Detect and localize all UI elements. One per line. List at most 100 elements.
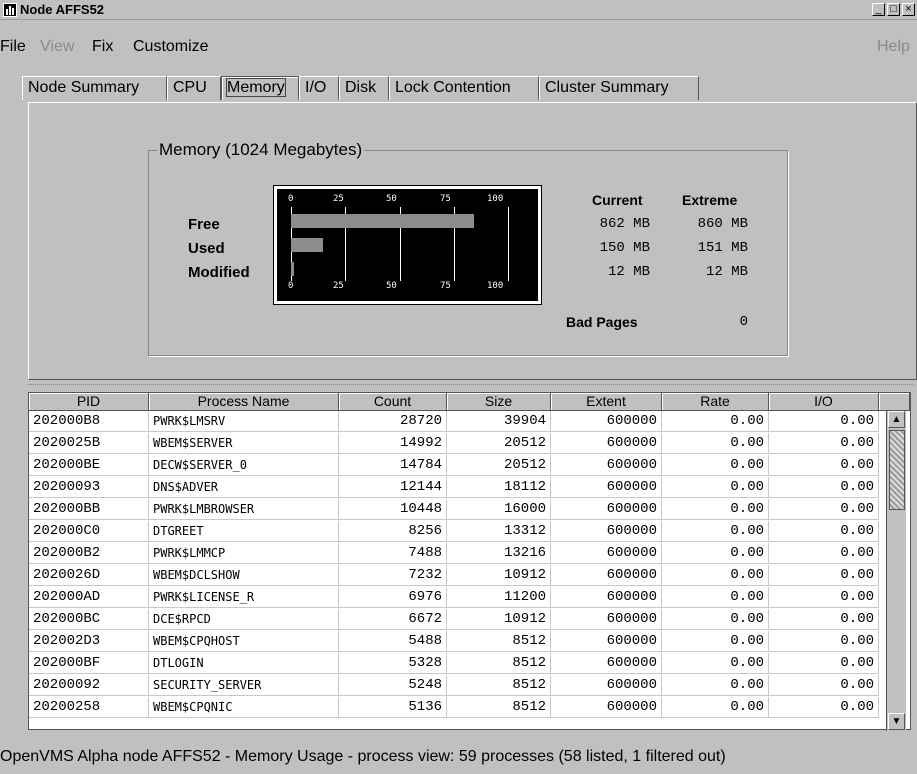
cell-size: 11200 [447, 587, 551, 608]
cell-pid: 2020026D [29, 565, 149, 586]
cell-io: 0.00 [769, 455, 879, 476]
cell-size: 20512 [447, 455, 551, 476]
tab-node-summary[interactable]: Node Summary [22, 76, 167, 100]
scroll-thumb[interactable] [889, 430, 905, 510]
cell-extent: 600000 [551, 499, 662, 520]
col-header-size[interactable]: Size [447, 393, 551, 411]
cell-rate: 0.00 [662, 499, 769, 520]
modified-extreme: 12 MB [705, 264, 748, 280]
cell-io: 0.00 [769, 653, 879, 674]
cell-rate: 0.00 [662, 433, 769, 454]
tab-cpu[interactable]: CPU [167, 76, 221, 100]
col-header-rate[interactable]: Rate [662, 393, 769, 411]
scale-bottom-100: 100 [487, 281, 504, 291]
table-row[interactable]: 202000AD PWRK$LICENSE_R 6976 11200 600000 0.0… [29, 587, 879, 608]
cell-process-name: PWRK$LMBROWSER [149, 499, 339, 520]
cell-count: 28720 [339, 411, 447, 432]
tab-disk[interactable]: Disk [339, 76, 389, 100]
cell-pid: 2020025B [29, 433, 149, 454]
cell-pid: 202002D3 [29, 631, 149, 652]
col-header-io[interactable]: I/O [769, 393, 879, 411]
cell-io: 0.00 [769, 433, 879, 454]
table-scrollbar[interactable]: ▲ ▼ [886, 411, 906, 731]
scale-top-100: 100 [487, 194, 504, 204]
table-row[interactable]: 202000B8 PWRK$LMSRV 28720 39904 600000 0.00 0.… [29, 411, 879, 432]
cell-extent: 600000 [551, 411, 662, 432]
cell-process-name: PWRK$LMMCP [149, 543, 339, 564]
table-row[interactable]: 202000BB PWRK$LMBROWSER 10448 16000 600000 0.… [29, 499, 879, 520]
free-bar [291, 214, 474, 228]
cell-extent: 600000 [551, 565, 662, 586]
cell-process-name: DCE$RPCD [149, 609, 339, 630]
tab-io[interactable]: I/O [299, 76, 339, 100]
free-extreme: 860 MB [697, 216, 748, 232]
cell-count: 5248 [339, 675, 447, 696]
table-row[interactable]: 202000BF DTLOGIN 5328 8512 600000 0.00 0.00 [29, 653, 879, 674]
menu-fix[interactable]: Fix [92, 38, 113, 56]
menu-customize[interactable]: Customize [133, 38, 209, 56]
menu-help[interactable]: Help [877, 38, 910, 56]
table-row[interactable]: 202000BE DECW$SERVER_0 14784 20512 600000 0.0… [29, 455, 879, 476]
tab-cluster-summary[interactable]: Cluster Summary [539, 76, 699, 100]
cell-size: 13216 [447, 543, 551, 564]
memory-group-title: Memory (1024 Megabytes) [157, 140, 365, 160]
cell-pid: 202000BB [29, 499, 149, 520]
cell-pid: 20200092 [29, 675, 149, 696]
cell-rate: 0.00 [662, 565, 769, 586]
cell-size: 8512 [447, 653, 551, 674]
table-row[interactable]: 202002D3 WBEM$CPQHOST 5488 8512 600000 0.00 0.… [29, 631, 879, 652]
app-icon [3, 3, 17, 17]
cell-extent: 600000 [551, 543, 662, 564]
table-row[interactable]: 20200258 WBEM$CPQNIC 5136 8512 600000 0.00 0.0… [29, 697, 879, 718]
cell-io: 0.00 [769, 477, 879, 498]
cell-size: 39904 [447, 411, 551, 432]
table-row[interactable]: 20200092 SECURITY_SERVER 5248 8512 600000 0.0… [29, 675, 879, 696]
current-header: Current [592, 192, 643, 208]
cell-rate: 0.00 [662, 521, 769, 542]
cell-size: 16000 [447, 499, 551, 520]
table-row[interactable]: 2020025B WBEM$SERVER 14992 20512 600000 0.00 0… [29, 433, 879, 454]
tab-lock-contention[interactable]: Lock Contention [389, 76, 539, 100]
cell-rate: 0.00 [662, 455, 769, 476]
col-header-extent[interactable]: Extent [551, 393, 662, 411]
tab-memory[interactable]: Memory [221, 76, 299, 100]
cell-extent: 600000 [551, 433, 662, 454]
scroll-up-icon[interactable]: ▲ [888, 411, 905, 428]
menu-bar: File View Fix Customize Help [0, 38, 917, 58]
close-icon[interactable]: × [902, 3, 915, 16]
bad-pages-label: Bad Pages [566, 314, 638, 330]
menu-view[interactable]: View [40, 38, 74, 56]
col-header-count[interactable]: Count [339, 393, 447, 411]
pane-splitter[interactable] [28, 384, 914, 387]
cell-count: 7232 [339, 565, 447, 586]
col-header-process-name[interactable]: Process Name [149, 393, 339, 411]
cell-io: 0.00 [769, 587, 879, 608]
scale-bottom-50: 50 [386, 281, 397, 291]
cell-io: 0.00 [769, 411, 879, 432]
cell-count: 8256 [339, 521, 447, 542]
cell-size: 8512 [447, 631, 551, 652]
scale-top-0: 0 [288, 194, 294, 204]
title-bar[interactable]: Node AFFS52 _ □ × [0, 0, 917, 20]
cell-count: 6672 [339, 609, 447, 630]
row-label-used: Used [188, 240, 225, 257]
cell-extent: 600000 [551, 521, 662, 542]
free-current: 862 MB [599, 216, 650, 232]
col-header-pid[interactable]: PID [29, 393, 149, 411]
table-row[interactable]: 202000C0 DTGREET 8256 13312 600000 0.00 0.00 [29, 521, 879, 542]
table-row[interactable]: 202000BC DCE$RPCD 6672 10912 600000 0.00 0.00 [29, 609, 879, 630]
cell-io: 0.00 [769, 499, 879, 520]
table-row[interactable]: 202000B2 PWRK$LMMCP 7488 13216 600000 0.00 0.0… [29, 543, 879, 564]
cell-count: 5328 [339, 653, 447, 674]
cell-count: 14784 [339, 455, 447, 476]
cell-extent: 600000 [551, 455, 662, 476]
scroll-down-icon[interactable]: ▼ [888, 713, 905, 730]
used-bar [291, 238, 323, 252]
maximize-icon[interactable]: □ [887, 3, 900, 16]
minimize-icon[interactable]: _ [872, 3, 885, 16]
table-row[interactable]: 20200093 DNS$ADVER 12144 18112 600000 0.00 0.0… [29, 477, 879, 498]
cell-pid: 202000BE [29, 455, 149, 476]
table-row[interactable]: 2020026D WBEM$DCLSHOW 7232 10912 600000 0.00 0… [29, 565, 879, 586]
menu-file[interactable]: File [0, 38, 26, 56]
cell-process-name: WBEM$SERVER [149, 433, 339, 454]
